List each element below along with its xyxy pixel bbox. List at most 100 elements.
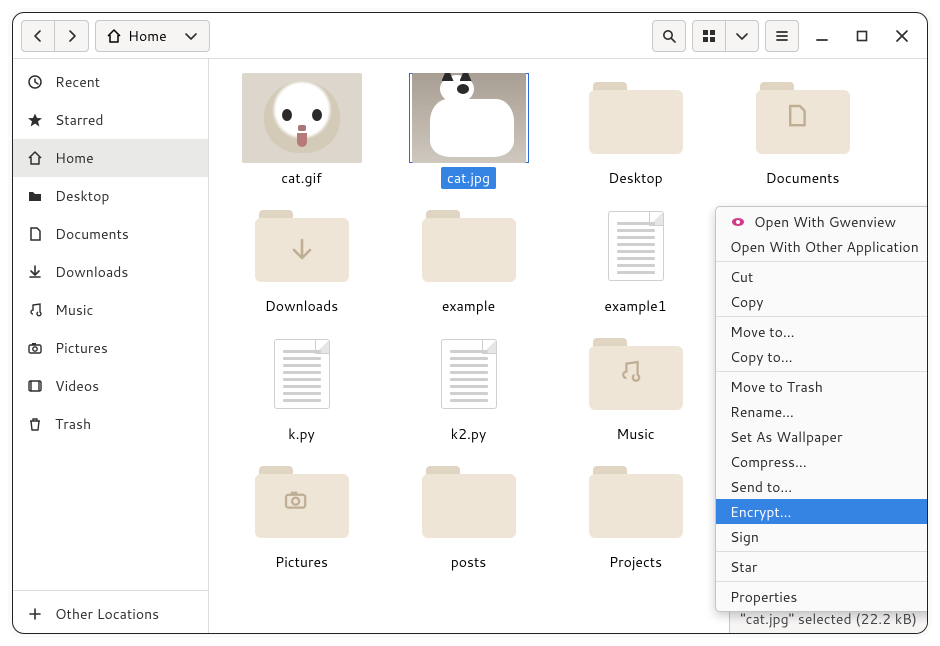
file-label: cat.jpg: [441, 167, 496, 189]
path-bar[interactable]: Home: [95, 20, 210, 52]
sidebar-item-downloads[interactable]: Downloads: [13, 253, 208, 291]
file-item[interactable]: Pictures: [219, 451, 384, 575]
context-menu-item[interactable]: Copy to...: [716, 344, 927, 369]
view-options-button[interactable]: [726, 20, 759, 52]
thumbnail: [409, 201, 529, 291]
context-menu-item[interactable]: Open With Gwenview Return: [716, 209, 927, 234]
close-button[interactable]: [885, 20, 919, 52]
file-item[interactable]: posts: [386, 451, 551, 575]
context-menu-label: Encrypt...: [730, 502, 791, 522]
sidebar-item-music[interactable]: Music: [13, 291, 208, 329]
sidebar-item-documents[interactable]: Documents: [13, 215, 208, 253]
sidebar-other-locations[interactable]: Other Locations: [13, 595, 208, 633]
file-item[interactable]: cat.gif: [219, 67, 384, 191]
file-item[interactable]: Music: [553, 323, 718, 447]
file-label: Desktop: [602, 167, 668, 189]
context-menu-item[interactable]: Star: [716, 554, 927, 579]
sidebar-item-label: Desktop: [55, 186, 109, 206]
sidebar-item-label: Documents: [55, 224, 129, 244]
camera-icon: [27, 340, 43, 356]
context-menu-label: Cut: [730, 267, 753, 287]
file-pane[interactable]: cat.gif cat.jpg Desktop Documents Downlo…: [209, 59, 927, 633]
sidebar-item-trash[interactable]: Trash: [13, 405, 208, 443]
context-menu-item[interactable]: Sign: [716, 524, 927, 549]
home-icon: [106, 28, 122, 44]
file-label: example1: [598, 295, 672, 317]
file-item[interactable]: Downloads: [219, 195, 384, 319]
file-item[interactable]: Documents: [720, 67, 885, 191]
context-menu-label: Send to...: [730, 477, 792, 497]
file-label: Documents: [760, 167, 846, 189]
thumbnail: [242, 201, 362, 291]
file-label: Music: [610, 423, 660, 445]
sidebar-other-locations-label: Other Locations: [55, 604, 159, 624]
minimize-button[interactable]: [805, 20, 839, 52]
sidebar-item-label: Downloads: [55, 262, 128, 282]
file-icon: [27, 226, 43, 242]
file-item[interactable]: Projects: [553, 451, 718, 575]
path-home-label: Home: [128, 26, 167, 46]
sidebar-item-label: Videos: [55, 376, 99, 396]
file-label: k.py: [282, 423, 321, 445]
file-item[interactable]: k.py: [219, 323, 384, 447]
file-label: Pictures: [269, 551, 334, 573]
context-menu-item[interactable]: Compress...: [716, 449, 927, 474]
sidebar-item-home[interactable]: Home: [13, 139, 208, 177]
plus-icon: [27, 606, 43, 622]
context-menu-item[interactable]: Move to Trash Delete: [716, 374, 927, 399]
sidebar-item-label: Starred: [55, 110, 104, 130]
file-item[interactable]: cat.jpg: [386, 67, 551, 191]
file-label: cat.gif: [275, 167, 328, 189]
thumbnail: [576, 73, 696, 163]
maximize-button[interactable]: [845, 20, 879, 52]
thumbnail: [576, 201, 696, 291]
sidebar-item-pictures[interactable]: Pictures: [13, 329, 208, 367]
context-menu-label: Rename...: [730, 402, 794, 422]
file-item[interactable]: example: [386, 195, 551, 319]
sidebar-item-label: Home: [55, 148, 94, 168]
status-text: "cat.jpg" selected (22.2 kB): [740, 609, 917, 629]
sidebar-item-recent[interactable]: Recent: [13, 63, 208, 101]
sidebar-item-starred[interactable]: Starred: [13, 101, 208, 139]
path-dropdown[interactable]: [175, 20, 207, 52]
sidebar-item-label: Music: [55, 300, 93, 320]
context-menu-label: Copy to...: [730, 347, 793, 367]
file-label: k2.py: [445, 423, 492, 445]
context-menu-item[interactable]: Rename... F2: [716, 399, 927, 424]
context-menu-item[interactable]: Encrypt...: [716, 499, 927, 524]
file-item[interactable]: k2.py: [386, 323, 551, 447]
sidebar-item-label: Recent: [55, 72, 100, 92]
file-item[interactable]: example1: [553, 195, 718, 319]
trash-icon: [27, 416, 43, 432]
thumbnail: [743, 73, 863, 163]
context-menu-item[interactable]: Copy Ctrl+C: [716, 289, 927, 314]
context-menu-label: Open With Other Application: [730, 237, 919, 257]
sidebar-item-desktop[interactable]: Desktop: [13, 177, 208, 215]
context-menu-item[interactable]: Properties Ctrl+I: [716, 584, 927, 609]
file-item[interactable]: Desktop: [553, 67, 718, 191]
context-menu-label: Move to Trash: [730, 377, 823, 397]
context-menu-item[interactable]: Open With Other Application: [716, 234, 927, 259]
nav-group: [21, 20, 89, 52]
back-button[interactable]: [21, 20, 55, 52]
home-icon: [27, 150, 43, 166]
context-menu-item[interactable]: Move to...: [716, 319, 927, 344]
context-menu-item[interactable]: Set As Wallpaper: [716, 424, 927, 449]
icon-view-button[interactable]: [692, 20, 726, 52]
sidebar: Recent Starred Home Desktop Documents Do…: [13, 59, 209, 633]
thumbnail: [242, 457, 362, 547]
sidebar-item-videos[interactable]: Videos: [13, 367, 208, 405]
path-segment-home[interactable]: Home: [98, 22, 175, 50]
search-button[interactable]: [652, 20, 686, 52]
thumbnail: [242, 329, 362, 419]
file-label: posts: [445, 551, 493, 573]
folder-icon: [27, 188, 43, 204]
hamburger-menu[interactable]: [765, 20, 799, 52]
context-menu-label: Star: [730, 557, 757, 577]
context-menu-label: Compress...: [730, 452, 807, 472]
forward-button[interactable]: [55, 20, 89, 52]
context-menu-label: Properties: [730, 587, 797, 607]
context-menu-item[interactable]: Send to...: [716, 474, 927, 499]
thumbnail: [576, 329, 696, 419]
context-menu-item[interactable]: Cut Ctrl+X: [716, 264, 927, 289]
